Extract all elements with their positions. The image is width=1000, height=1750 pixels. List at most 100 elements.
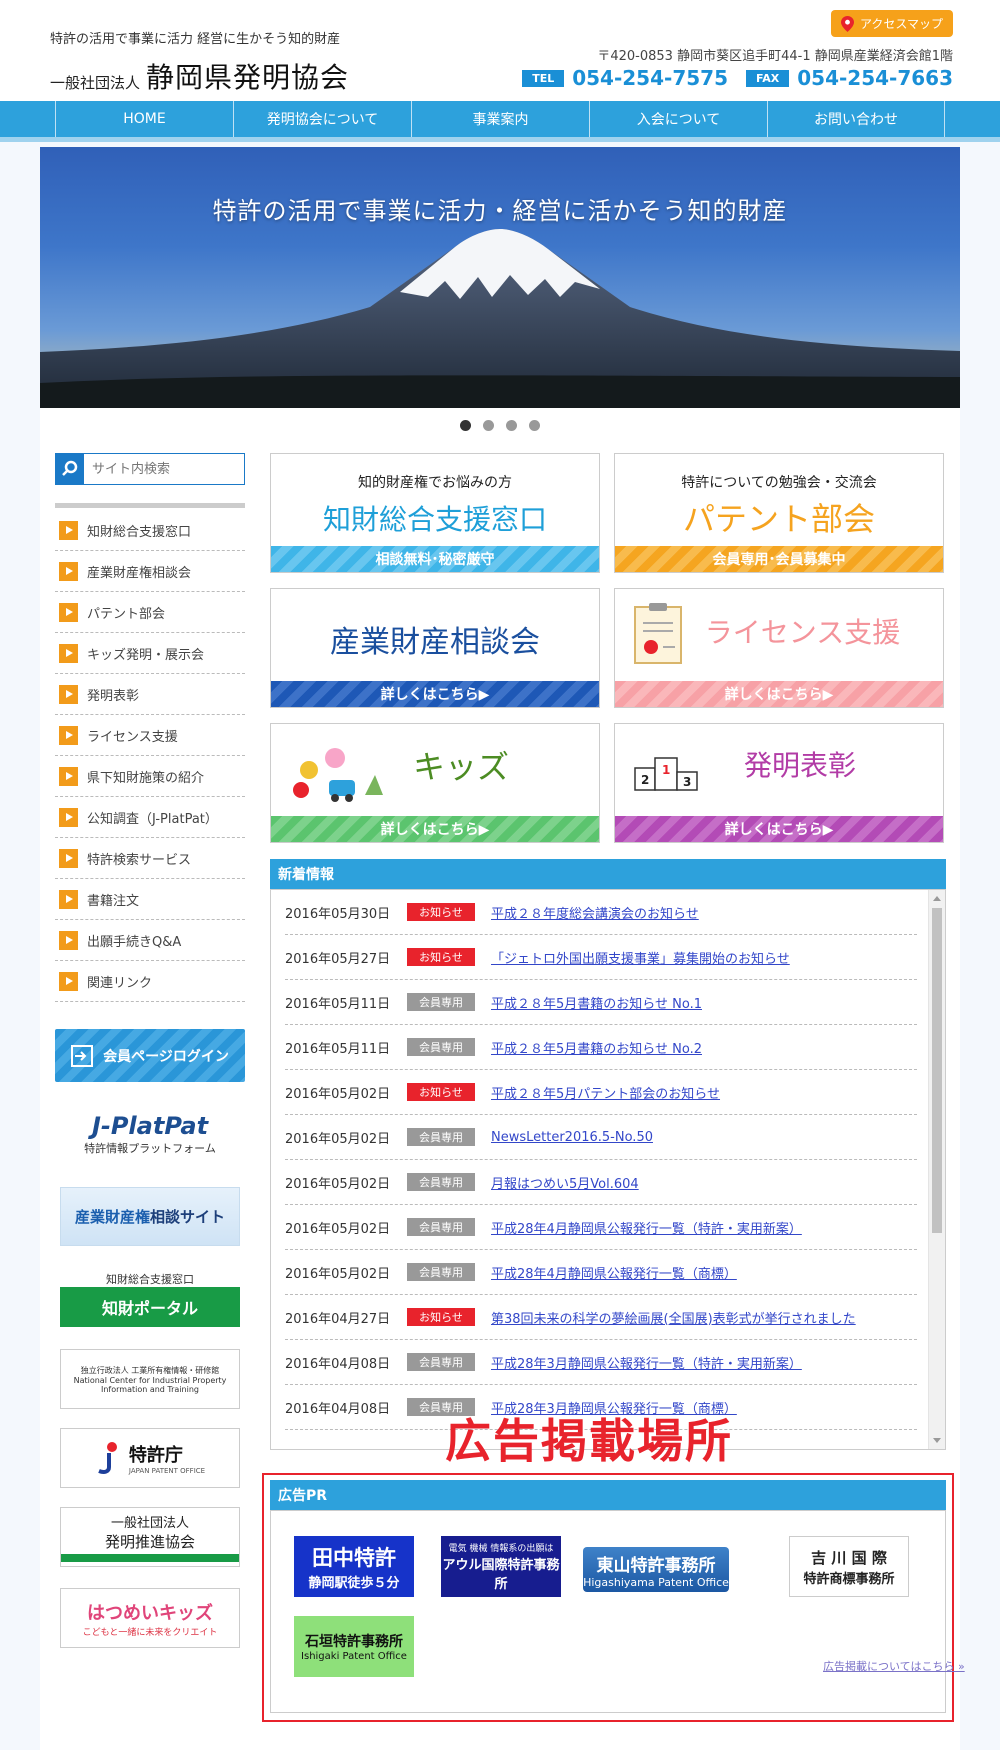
card-patent-group[interactable]: 特許についての勉強会・交流会 パテント部会 会員専用･会員募集中 xyxy=(614,453,944,573)
ad-yoshikawa-patent[interactable]: 吉 川 国 際 特許商標事務所 xyxy=(789,1536,909,1597)
nav-membership[interactable]: 入会について xyxy=(589,101,767,137)
sidebar-item-kids[interactable]: キッズ発明・展示会 xyxy=(55,633,245,674)
sidebar-item-license[interactable]: ライセンス支援 xyxy=(55,715,245,756)
arrow-icon xyxy=(59,520,78,540)
news-list[interactable]: 2016年05月30日 お知らせ 平成２８年度総会講演会のお知らせ 2016年0… xyxy=(270,889,946,1450)
sidebar-item-label: キッズ発明・展示会 xyxy=(87,647,205,663)
ad-ishigaki-patent[interactable]: 石垣特許事務所 Ishigaki Patent Office xyxy=(294,1616,414,1677)
sidebar-menu: 知財総合支援窓口 産業財産権相談会 パテント部会 キッズ発明・展示会 発明表彰 … xyxy=(55,510,245,1002)
inpit-banner[interactable]: 独立行政法人 工業所有権情報・研修館 National Center for I… xyxy=(60,1349,240,1409)
news-link[interactable]: 平成２８年5月パテント部会のお知らせ xyxy=(491,1083,720,1102)
news-date: 2016年04月08日 xyxy=(285,1356,391,1372)
scrollbar-thumb[interactable] xyxy=(932,908,942,1233)
news-date: 2016年04月27日 xyxy=(285,1311,391,1327)
card-bar: 相談無料･秘密厳守 xyxy=(271,546,599,572)
news-item: 2016年05月27日 お知らせ 「ジェトロ外国出願支援事業」募集開始のお知らせ xyxy=(285,935,917,980)
search-icon[interactable] xyxy=(56,454,84,484)
hero-slider[interactable]: 特許の活用で事業に活力・経営に活かそう知的財産 xyxy=(40,147,960,408)
ipr-banner-label-2: 相談サイト xyxy=(150,1208,226,1226)
card-consultation[interactable]: 産業財産相談会 詳しくはこちら▶ xyxy=(270,588,600,708)
jpo-banner[interactable]: 特許庁 JAPAN PATENT OFFICE xyxy=(60,1428,240,1488)
sidebar-item-patent-group[interactable]: パテント部会 xyxy=(55,592,245,633)
news-link[interactable]: 平成28年3月静岡県公報発行一覧（特許・実用新案） xyxy=(491,1353,802,1372)
sidebar-item-ip-support[interactable]: 知財総合支援窓口 xyxy=(55,510,245,551)
card-bar: 会員専用･会員募集中 xyxy=(615,546,943,572)
main-nav: HOME 発明協会について 事業案内 入会について お問い合わせ xyxy=(0,101,1000,142)
sidebar-item-label: 県下知財施策の紹介 xyxy=(87,770,205,786)
news-date: 2016年04月08日 xyxy=(285,1401,391,1417)
jiii-bar xyxy=(61,1554,239,1562)
news-badge: お知らせ xyxy=(407,1308,475,1326)
news-badge: 会員専用 xyxy=(407,1263,475,1281)
org-name: 静岡県発明協会 xyxy=(146,61,350,94)
jpo-logo-icon xyxy=(98,1442,117,1474)
ipr-consultation-banner[interactable]: 産業財産権 相談サイト xyxy=(60,1187,240,1246)
news-link[interactable]: 平成28年4月静岡県公報発行一覧（特許・実用新案） xyxy=(491,1218,802,1237)
card-kids[interactable]: キッズ 詳しくはこちら▶ xyxy=(270,723,600,843)
card-license[interactable]: ライセンス支援 詳しくはこちら▶ xyxy=(614,588,944,708)
scroll-down-icon[interactable] xyxy=(933,1438,941,1443)
member-login-button[interactable]: 会員ページログイン xyxy=(55,1029,245,1082)
news-date: 2016年05月11日 xyxy=(285,996,391,1012)
ad-line-1: 電気 機械 情報系の出願は xyxy=(448,1544,554,1554)
ip-portal-banner[interactable]: 知財ポータル xyxy=(60,1287,240,1327)
slider-dot[interactable] xyxy=(483,420,494,431)
hatsumei-kids-banner[interactable]: はつめいキッズ こどもと一緒に未来をクリエイト xyxy=(60,1588,240,1648)
arrow-icon xyxy=(59,848,78,868)
scroll-up-icon[interactable] xyxy=(933,896,941,901)
nav-services[interactable]: 事業案内 xyxy=(411,101,589,137)
sidebar-item-links[interactable]: 関連リンク xyxy=(55,961,245,1002)
nav-home[interactable]: HOME xyxy=(55,101,233,137)
sidebar-item-books[interactable]: 書籍注文 xyxy=(55,879,245,920)
ad-higashiyama-patent[interactable]: 東山特許事務所 Higashiyama Patent Office xyxy=(583,1547,729,1592)
fax-number: 054-254-7663 xyxy=(797,66,953,90)
jplatpat-banner[interactable]: J-PlatPat 特許情報プラットフォーム xyxy=(60,1102,240,1166)
ad-heading: 広告PR xyxy=(270,1480,946,1510)
ad-tanaka-patent[interactable]: 田中特許 静岡駅徒歩５分 xyxy=(294,1536,414,1597)
ad-line-2: 特許商標事務所 xyxy=(803,1571,895,1587)
sidebar-item-label: 発明表彰 xyxy=(87,688,140,704)
news-item: 2016年04月27日 お知らせ 第38回未来の科学の夢絵画展(全国展)表彰式が… xyxy=(285,1295,917,1340)
card-awards[interactable]: 2 1 3 発明表彰 詳しくはこちら▶ xyxy=(614,723,944,843)
nav-contact[interactable]: お問い合わせ xyxy=(767,101,945,137)
news-badge: 会員専用 xyxy=(407,1038,475,1056)
sidebar-item-patent-search[interactable]: 特許検索サービス xyxy=(55,838,245,879)
jiii-banner[interactable]: 一般社団法人 発明推進協会 xyxy=(60,1507,240,1567)
news-badge: 会員専用 xyxy=(407,1173,475,1191)
news-scrollbar[interactable] xyxy=(928,890,945,1449)
news-link[interactable]: 平成２８年度総会講演会のお知らせ xyxy=(491,903,699,922)
access-map-button[interactable]: アクセスマップ xyxy=(831,10,953,37)
nav-about[interactable]: 発明協会について xyxy=(233,101,411,137)
sidebar-item-awards[interactable]: 発明表彰 xyxy=(55,674,245,715)
news-link[interactable]: 月報はつめい5月Vol.604 xyxy=(491,1173,639,1192)
site-search xyxy=(55,453,245,485)
hero-title: 特許の活用で事業に活力・経営に活かそう知的財産 xyxy=(212,197,788,225)
sidebar-item-faq[interactable]: 出願手続きQ&A xyxy=(55,920,245,961)
site-logo[interactable]: 一般社団法人 静岡県発明協会 xyxy=(50,56,349,96)
sidebar-item-label: 知財総合支援窓口 xyxy=(87,524,192,540)
news-link[interactable]: 「ジェトロ外国出願支援事業」募集開始のお知らせ xyxy=(491,948,790,967)
ad-owl-patent[interactable]: 電気 機械 情報系の出願は アウル国際特許事務所 xyxy=(441,1536,561,1597)
news-link[interactable]: 第38回未来の科学の夢絵画展(全国展)表彰式が挙行されました xyxy=(491,1308,856,1327)
news-link[interactable]: 平成28年4月静岡県公報発行一覧（商標） xyxy=(491,1263,737,1282)
news-date: 2016年05月02日 xyxy=(285,1176,391,1192)
news-item: 2016年05月02日 会員専用 平成28年4月静岡県公報発行一覧（特許・実用新… xyxy=(285,1205,917,1250)
ad-line-1: 東山特許事務所 xyxy=(596,1555,716,1576)
news-heading: 新着情報 xyxy=(270,859,946,889)
ad-info-link[interactable]: 広告掲載についてはこちら » xyxy=(823,1658,965,1674)
tel-number[interactable]: 054-254-7575 xyxy=(572,66,728,90)
arrow-icon xyxy=(59,602,78,622)
news-link[interactable]: 平成２８年5月書籍のお知らせ No.2 xyxy=(491,1038,702,1057)
sidebar-item-prior-art[interactable]: 公知調査（J-PlatPat） xyxy=(55,797,245,838)
slider-dot[interactable] xyxy=(529,420,540,431)
slider-dot[interactable] xyxy=(460,420,471,431)
slider-dot[interactable] xyxy=(506,420,517,431)
news-date: 2016年05月27日 xyxy=(285,951,391,967)
search-input[interactable] xyxy=(84,454,244,484)
news-link[interactable]: NewsLetter2016.5-No.50 xyxy=(491,1130,653,1145)
news-link[interactable]: 平成２８年5月書籍のお知らせ No.1 xyxy=(491,993,702,1012)
slider-dots xyxy=(40,420,960,431)
sidebar-item-consultation[interactable]: 産業財産権相談会 xyxy=(55,551,245,592)
card-ip-support[interactable]: 知的財産権でお悩みの方 知財総合支援窓口 相談無料･秘密厳守 xyxy=(270,453,600,573)
sidebar-item-policies[interactable]: 県下知財施策の紹介 xyxy=(55,756,245,797)
